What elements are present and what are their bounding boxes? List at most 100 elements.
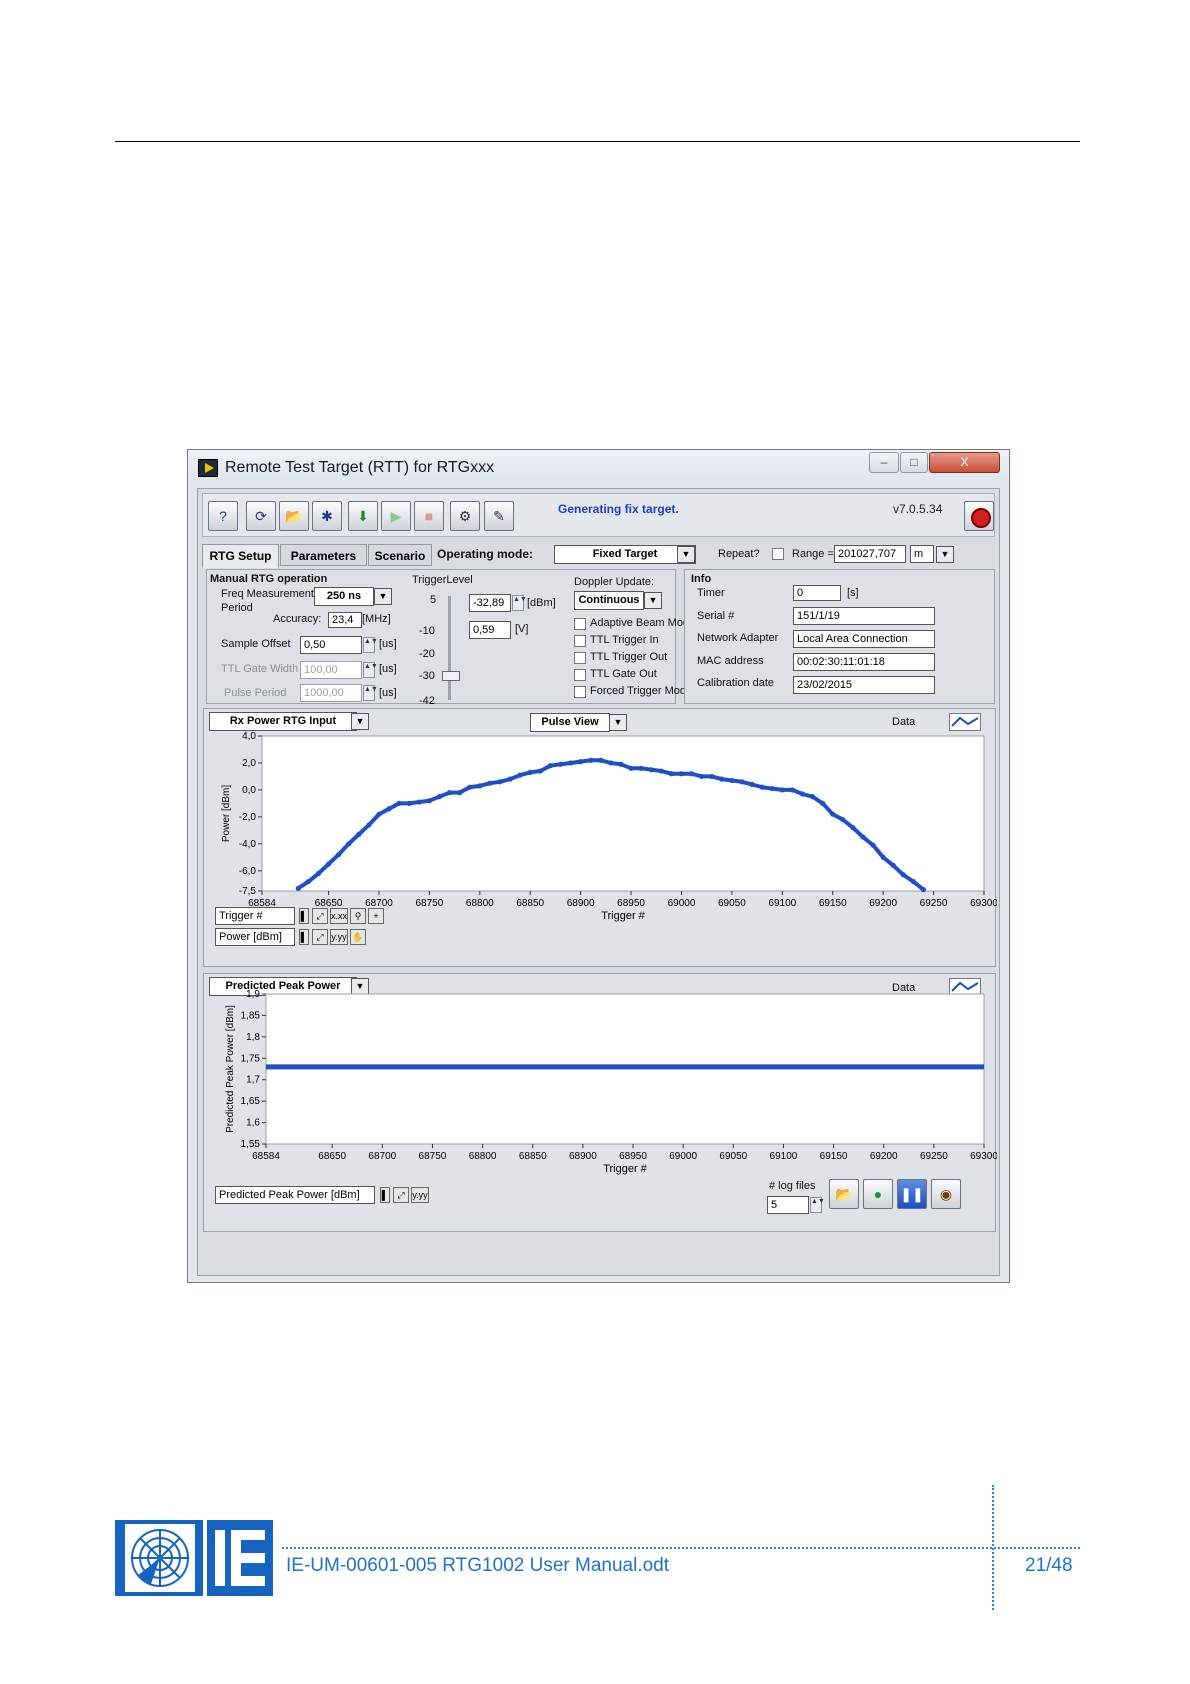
tab-parameters[interactable]: Parameters xyxy=(280,544,367,566)
x-autoscale-icon[interactable]: ⤢ xyxy=(312,908,328,924)
data-point xyxy=(497,779,503,785)
data-point xyxy=(325,861,332,867)
chevron-down-icon[interactable]: ▼ xyxy=(644,592,662,609)
zoom-icon[interactable]: ⚲ xyxy=(350,908,366,924)
ttl-trigger-in-checkbox[interactable] xyxy=(574,635,586,647)
x-tick-label: 68750 xyxy=(415,898,443,909)
operating-mode-select[interactable]: Fixed Target xyxy=(554,545,696,564)
data-point xyxy=(668,771,675,777)
window-title: Remote Test Target (RTT) for RTGxxx xyxy=(225,459,495,476)
minimize-button[interactable]: – xyxy=(869,452,899,473)
ttl-gate-out-checkbox[interactable] xyxy=(574,669,586,681)
refresh-button[interactable]: ⟳ xyxy=(246,501,276,531)
y-scale-lock-icon[interactable]: ▌ xyxy=(299,929,309,945)
maximize-button[interactable]: □ xyxy=(900,452,928,473)
adaptive-beam-checkbox[interactable] xyxy=(574,618,586,630)
data-point xyxy=(356,831,362,837)
x-tick-label: 68800 xyxy=(469,1151,497,1162)
x-tick-label: 68850 xyxy=(516,898,544,909)
y-format-icon[interactable]: y.yy xyxy=(330,929,348,945)
doppler-select[interactable]: Continuous xyxy=(574,591,644,610)
x-scale-lock-icon[interactable]: ▌ xyxy=(299,908,309,924)
freq-select[interactable]: 250 ns xyxy=(314,587,374,606)
pause-button[interactable]: ❚❚ xyxy=(897,1179,927,1209)
data-point xyxy=(920,887,927,893)
adapter-value: Local Area Connection xyxy=(793,630,935,648)
open-button[interactable]: 📂 xyxy=(279,501,309,531)
header-rule xyxy=(115,141,1080,142)
data-point xyxy=(517,772,523,778)
sample-offset-spinner[interactable]: ▲▼ xyxy=(363,637,378,653)
pulse-period-input[interactable]: 1000,00 xyxy=(300,684,362,702)
x-axis-label: Trigger # xyxy=(601,910,645,922)
refresh-icon: ⟳ xyxy=(255,508,267,524)
chevron-down-icon[interactable]: ▼ xyxy=(936,546,954,563)
data-point xyxy=(366,822,372,828)
pan-hand-icon[interactable]: ✋ xyxy=(350,929,366,945)
tab-rtg-setup[interactable]: RTG Setup xyxy=(202,544,279,568)
repeat-label: Repeat? xyxy=(718,548,760,560)
view-log-button[interactable]: ◉ xyxy=(931,1179,961,1209)
settings-group-button[interactable]: ⚙ xyxy=(450,501,480,531)
x-tick-label: 69250 xyxy=(920,898,948,909)
play-button[interactable]: ▶ xyxy=(381,501,411,531)
y-legend-field: Predicted Peak Power [dBm] xyxy=(215,1186,375,1204)
edit-config-button[interactable]: ✎ xyxy=(484,501,514,531)
data-point xyxy=(436,794,443,800)
operating-mode-label: Operating mode: xyxy=(437,547,534,561)
timer-label: Timer xyxy=(697,587,725,599)
ttl-trigger-out-label: TTL Trigger Out xyxy=(590,651,668,663)
range-unit-select[interactable]: m xyxy=(910,545,934,563)
download-button[interactable]: ⬇ xyxy=(348,501,378,531)
x-format-icon[interactable]: x.xx xyxy=(330,908,348,924)
help-button[interactable]: ? xyxy=(208,501,238,531)
x-tick-label: 69150 xyxy=(819,898,847,909)
trigger-v-unit: [V] xyxy=(515,623,529,635)
trigger-dbm-spinner[interactable]: ▲▼ xyxy=(512,595,527,611)
download-icon: ⬇ xyxy=(357,508,369,524)
y-tick-label: 1,7 xyxy=(246,1075,260,1086)
ie-logo-icon xyxy=(215,1530,265,1586)
chevron-down-icon[interactable]: ▼ xyxy=(374,588,392,605)
abort-button[interactable] xyxy=(964,501,994,531)
plot-area xyxy=(261,735,985,892)
timer-unit: [s] xyxy=(847,587,859,599)
satellite-button[interactable]: ✱ xyxy=(312,501,342,531)
log-files-spinner[interactable]: ▲▼ xyxy=(810,1197,825,1213)
range-label: Range = xyxy=(792,548,834,560)
data-point xyxy=(870,842,876,848)
data-point xyxy=(709,773,715,780)
y-axis-label: Predicted Peak Power [dBm] xyxy=(225,1005,236,1133)
x-tick-label: 69050 xyxy=(718,898,746,909)
repeat-checkbox[interactable] xyxy=(772,548,784,560)
chevron-down-icon[interactable]: ▼ xyxy=(677,546,695,563)
mac-value: 00:02:30:11:01:18 xyxy=(793,653,935,671)
record-button[interactable]: ● xyxy=(863,1179,893,1209)
ttl-gate-input[interactable]: 100,00 xyxy=(300,661,362,679)
title-bar[interactable]: Remote Test Target (RTT) for RTGxxx – □ … xyxy=(188,450,1009,484)
log-files-input[interactable]: 5 xyxy=(767,1196,809,1214)
y-scale-lock-icon[interactable]: ▌ xyxy=(380,1187,390,1203)
y-autoscale-icon[interactable]: ⤢ xyxy=(312,929,328,945)
close-button[interactable]: X xyxy=(929,452,1000,473)
data-point xyxy=(618,761,624,767)
sample-offset-input[interactable]: 0,50 xyxy=(300,636,362,654)
trigger-slider-track[interactable] xyxy=(448,596,451,700)
crosshair-icon[interactable]: + xyxy=(368,908,384,924)
y-autoscale-icon[interactable]: ⤢ xyxy=(393,1187,409,1203)
forced-trigger-checkbox[interactable] xyxy=(574,686,586,698)
x-tick-label: 68584 xyxy=(252,1151,280,1162)
trigger-slider-handle[interactable] xyxy=(442,671,460,681)
tab-scenario[interactable]: Scenario xyxy=(368,544,432,566)
data-point xyxy=(305,878,311,885)
open-log-button[interactable]: 📂 xyxy=(829,1179,859,1209)
trigger-dbm-input[interactable]: -32,89 xyxy=(469,594,511,612)
ttl-trigger-out-checkbox[interactable] xyxy=(574,652,586,664)
pulse-period-spinner[interactable]: ▲▼ xyxy=(363,685,378,701)
x-legend-field: Trigger # xyxy=(215,907,295,925)
stop-square-icon: ■ xyxy=(424,508,434,524)
ttl-gate-spinner[interactable]: ▲▼ xyxy=(363,662,378,678)
y-format-icon[interactable]: y.yy xyxy=(411,1187,429,1203)
stop-square-button[interactable]: ■ xyxy=(414,501,444,531)
y-tick-label: -2,0 xyxy=(239,812,257,823)
